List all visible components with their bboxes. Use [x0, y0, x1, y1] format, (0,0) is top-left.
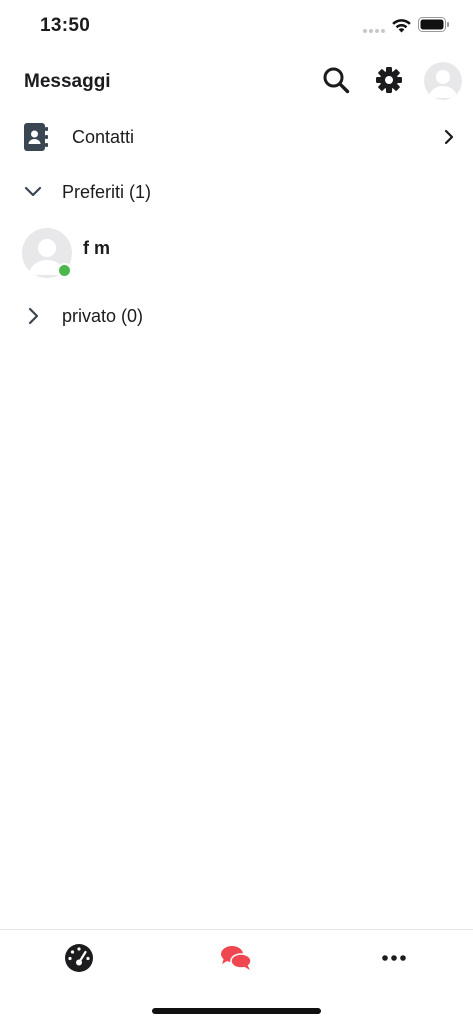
status-time: 13:50 [40, 15, 91, 36]
tab-messages[interactable] [206, 938, 266, 978]
group-label: privato (0) [62, 306, 144, 326]
group-label: Preferiti (1) [62, 182, 152, 202]
battery-icon [418, 17, 449, 32]
online-status-dot [57, 263, 72, 278]
search-icon [323, 67, 350, 94]
contacts-row[interactable]: Contatti [0, 113, 473, 161]
avatar [429, 70, 457, 98]
chat-bubbles-icon [221, 946, 252, 970]
chevron-down-icon [24, 186, 42, 197]
search-button[interactable] [318, 62, 354, 98]
wifi-icon [392, 19, 411, 33]
cellular-signal-icon [363, 29, 385, 33]
header: Messaggi [0, 56, 473, 106]
profile-avatar-button[interactable] [424, 62, 462, 100]
home-indicator[interactable] [152, 1008, 321, 1014]
settings-button[interactable] [371, 62, 407, 98]
contacts-label: Contatti [72, 127, 135, 147]
status-bar: 13:50 [0, 0, 473, 52]
address-book-icon [24, 123, 48, 151]
tab-dashboard[interactable] [49, 938, 109, 978]
contact-name: f m [83, 238, 110, 258]
chevron-right-icon [444, 129, 454, 145]
contact-list-item[interactable]: f m [0, 224, 473, 284]
group-favorites-header[interactable]: Preferiti (1) [0, 170, 473, 214]
page-title: Messaggi [24, 71, 111, 92]
more-dots-icon [382, 955, 406, 961]
tab-more[interactable] [364, 938, 424, 978]
gear-icon [376, 67, 402, 93]
dashboard-gauge-icon [65, 944, 93, 972]
chevron-right-icon [28, 307, 39, 325]
group-private-header[interactable]: privato (0) [0, 294, 473, 338]
